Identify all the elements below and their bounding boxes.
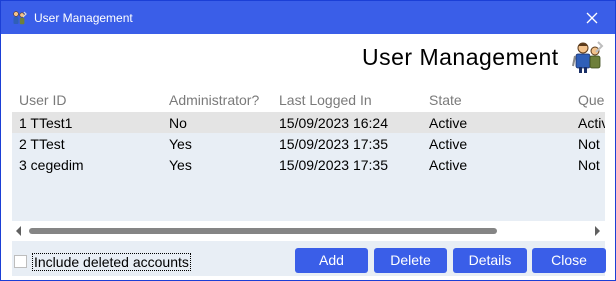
add-button[interactable]: Add — [295, 248, 368, 273]
cell-extra: Not — [578, 136, 600, 152]
cell-user-id: 3 cegedim — [19, 157, 84, 173]
list-header: User ID Administrator? Last Logged In St… — [12, 86, 605, 112]
table-row[interactable]: 1 TTest1 No 15/09/2023 16:24 Active Acti… — [12, 112, 605, 133]
page-title: User Management — [362, 44, 559, 70]
users-tools-icon — [572, 41, 604, 73]
table-row[interactable]: 3 cegedim Yes 15/09/2023 17:35 Active No… — [12, 154, 605, 175]
cell-administrator: Yes — [169, 157, 192, 173]
details-button[interactable]: Details — [453, 248, 527, 273]
scrollbar-thumb[interactable] — [29, 228, 497, 234]
delete-button[interactable]: Delete — [374, 248, 447, 273]
column-header-state[interactable]: State — [429, 92, 462, 108]
cell-extra: Not — [578, 157, 600, 173]
cell-state: Active — [429, 115, 468, 131]
cell-state: Active — [429, 136, 468, 152]
scroll-left-icon[interactable] — [14, 225, 24, 237]
cell-last-logged-in: 15/09/2023 17:35 — [279, 157, 388, 173]
close-button[interactable]: Close — [532, 248, 606, 273]
column-header-administrator[interactable]: Administrator? — [169, 92, 259, 108]
cell-user-id: 1 TTest1 — [19, 115, 73, 131]
cell-administrator: Yes — [169, 136, 192, 152]
cell-extra: Activ — [578, 115, 605, 131]
window-title: User Management — [34, 11, 133, 25]
users-tools-icon — [13, 11, 27, 25]
cell-user-id: 2 TTest — [19, 136, 65, 152]
table-row[interactable]: 2 TTest Yes 15/09/2023 17:35 Active Not — [12, 133, 605, 154]
dialog-content: User Management User ID Administrator? L… — [2, 34, 614, 280]
include-deleted-label[interactable]: Include deleted accounts — [32, 253, 191, 271]
title-bar: User Management — [1, 1, 615, 34]
column-header-extra[interactable]: Que — [578, 92, 604, 108]
close-icon[interactable] — [585, 11, 599, 25]
scroll-right-icon[interactable] — [592, 225, 602, 237]
cell-last-logged-in: 15/09/2023 17:35 — [279, 136, 388, 152]
cell-last-logged-in: 15/09/2023 16:24 — [279, 115, 388, 131]
cell-state: Active — [429, 157, 468, 173]
horizontal-scrollbar[interactable] — [12, 221, 605, 241]
column-header-last-logged-in[interactable]: Last Logged In — [279, 92, 372, 108]
column-header-user-id[interactable]: User ID — [19, 92, 66, 108]
user-management-window: User Management User Management User ID … — [0, 0, 616, 281]
include-deleted-checkbox[interactable] — [14, 255, 27, 268]
cell-administrator: No — [169, 115, 187, 131]
